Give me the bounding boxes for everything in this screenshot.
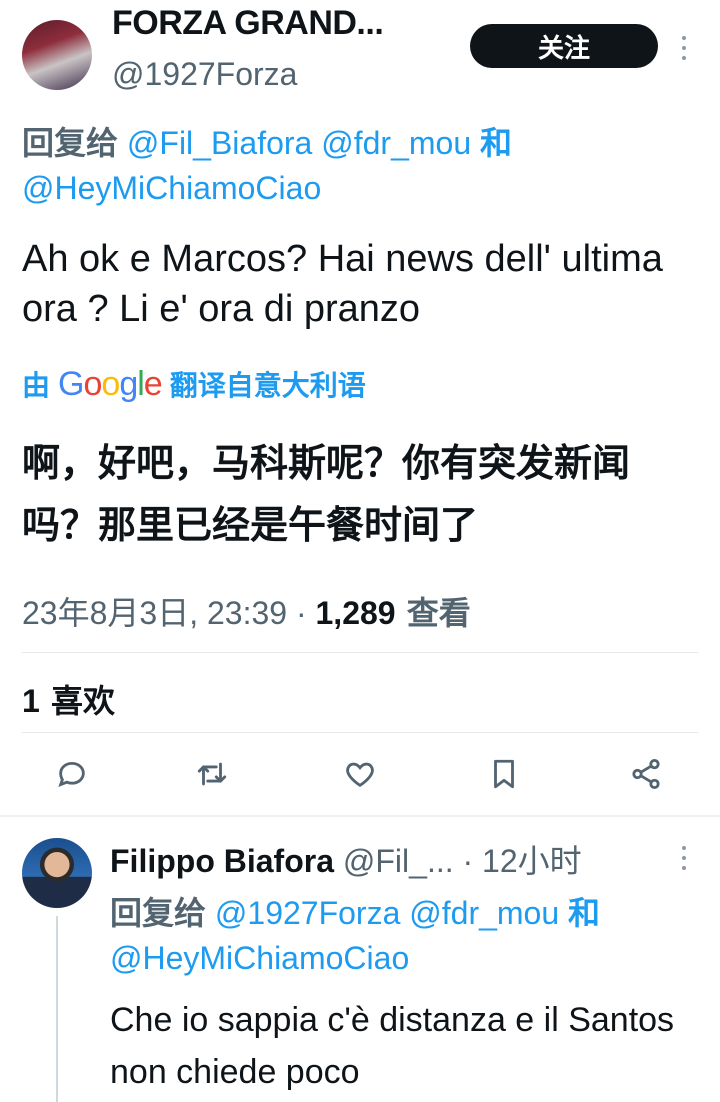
mention-link[interactable]: @1927Forza	[215, 895, 400, 931]
follow-button[interactable]: 关注	[470, 24, 658, 68]
tweet-text: Ah ok e Marcos? Hai news dell' ultima or…	[22, 238, 663, 330]
bookmark-icon[interactable]	[484, 754, 524, 794]
mention-link[interactable]: @Fil_Biafora	[127, 125, 312, 161]
reply-prefix: 回复给	[22, 124, 119, 162]
views-label: 查看	[395, 594, 471, 632]
reply-text: Che io sappia c'è distanza e il Santos n…	[110, 1001, 675, 1091]
more-options-icon[interactable]	[682, 36, 688, 60]
reply-author-row[interactable]: Filippo Biafora @Fil_... · 12小时	[110, 836, 582, 882]
views-count: 1,289	[315, 595, 396, 631]
author-handle[interactable]: @1927Forza	[112, 56, 297, 93]
share-icon[interactable]	[626, 754, 666, 794]
translation-attribution[interactable]: 由 Google 翻译自意大利语	[22, 364, 366, 404]
and-word: 和	[568, 894, 601, 932]
mention-link[interactable]: @fdr_mou	[409, 895, 559, 931]
tweet-meta: 23年8月3日, 23:39 · 1,289 查看	[22, 588, 471, 634]
reply-icon[interactable]	[52, 754, 92, 794]
author-avatar[interactable]	[22, 20, 92, 90]
section-divider	[0, 815, 720, 817]
reply-to-line-2: @HeyMiChiamoCiao	[22, 170, 321, 207]
reply-author-avatar[interactable]	[22, 838, 92, 908]
tweet-date[interactable]: 23年8月3日, 23:39 ·	[22, 595, 316, 631]
reply-prefix: 回复给	[110, 894, 207, 932]
likes-count: 1	[22, 683, 40, 719]
and-word: 和	[480, 124, 513, 162]
mention-link[interactable]: @HeyMiChiamoCiao	[22, 170, 321, 206]
reply-to-line-2: @HeyMiChiamoCiao	[110, 940, 409, 977]
divider	[22, 732, 698, 733]
translate-by: 由	[22, 369, 51, 402]
divider	[22, 652, 698, 653]
mention-link[interactable]: @fdr_mou	[321, 125, 471, 161]
reply-more-options-icon[interactable]	[682, 846, 688, 870]
author-name[interactable]: FORZA GRAND...	[112, 4, 384, 43]
likes-label: 喜欢	[39, 682, 115, 720]
mention-link[interactable]: @HeyMiChiamoCiao	[110, 940, 409, 976]
reply-author-name[interactable]: Filippo Biafora	[110, 843, 334, 879]
reply-to-line: 回复给 @Fil_Biafora @fdr_mou 和	[22, 118, 512, 164]
thread-line	[56, 916, 58, 1102]
translate-from: 翻译自意大利语	[169, 369, 366, 402]
like-icon[interactable]	[340, 754, 380, 794]
translated-text: 啊，好吧，马科斯呢？你有突发新闻吗？那里已经是午餐时间了	[22, 441, 631, 547]
google-logo: Google	[58, 364, 163, 403]
likes-summary[interactable]: 1 喜欢	[22, 676, 115, 722]
retweet-icon[interactable]	[192, 754, 232, 794]
reply-to-line: 回复给 @1927Forza @fdr_mou 和	[110, 888, 600, 934]
reply-author-handle-time: @Fil_... · 12小时	[334, 843, 582, 879]
